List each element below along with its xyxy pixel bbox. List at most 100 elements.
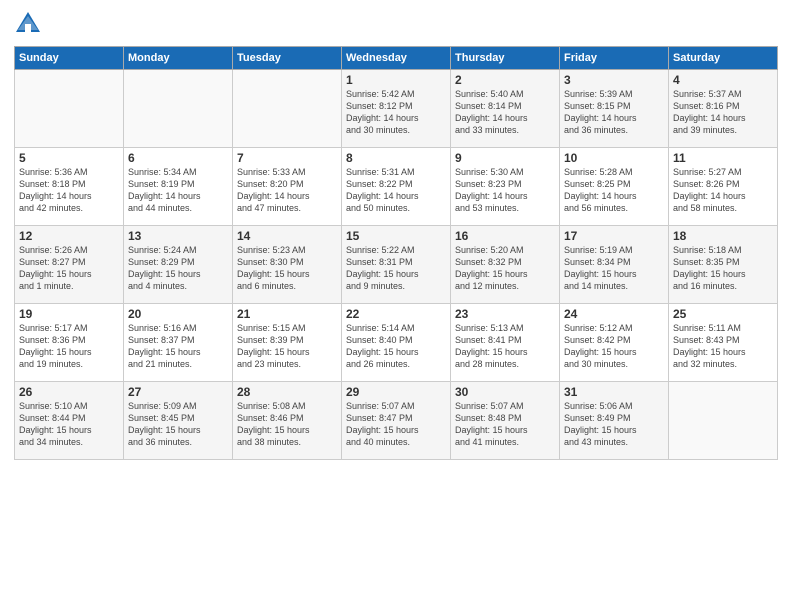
day-cell: 13Sunrise: 5:24 AM Sunset: 8:29 PM Dayli… [124,226,233,304]
day-info: Sunrise: 5:12 AM Sunset: 8:42 PM Dayligh… [564,322,664,371]
day-cell: 27Sunrise: 5:09 AM Sunset: 8:45 PM Dayli… [124,382,233,460]
day-cell: 15Sunrise: 5:22 AM Sunset: 8:31 PM Dayli… [342,226,451,304]
day-info: Sunrise: 5:16 AM Sunset: 8:37 PM Dayligh… [128,322,228,371]
week-row-4: 19Sunrise: 5:17 AM Sunset: 8:36 PM Dayli… [15,304,778,382]
day-info: Sunrise: 5:30 AM Sunset: 8:23 PM Dayligh… [455,166,555,215]
weekday-sunday: Sunday [15,47,124,70]
day-cell: 10Sunrise: 5:28 AM Sunset: 8:25 PM Dayli… [560,148,669,226]
day-number: 13 [128,229,228,243]
day-cell: 4Sunrise: 5:37 AM Sunset: 8:16 PM Daylig… [669,70,778,148]
day-cell: 3Sunrise: 5:39 AM Sunset: 8:15 PM Daylig… [560,70,669,148]
day-cell [233,70,342,148]
day-number: 14 [237,229,337,243]
calendar-table: SundayMondayTuesdayWednesdayThursdayFrid… [14,46,778,460]
day-cell: 24Sunrise: 5:12 AM Sunset: 8:42 PM Dayli… [560,304,669,382]
day-number: 2 [455,73,555,87]
day-info: Sunrise: 5:18 AM Sunset: 8:35 PM Dayligh… [673,244,773,293]
day-cell: 22Sunrise: 5:14 AM Sunset: 8:40 PM Dayli… [342,304,451,382]
day-number: 19 [19,307,119,321]
day-info: Sunrise: 5:13 AM Sunset: 8:41 PM Dayligh… [455,322,555,371]
day-cell: 25Sunrise: 5:11 AM Sunset: 8:43 PM Dayli… [669,304,778,382]
day-info: Sunrise: 5:09 AM Sunset: 8:45 PM Dayligh… [128,400,228,449]
day-info: Sunrise: 5:37 AM Sunset: 8:16 PM Dayligh… [673,88,773,137]
logo-icon [14,10,42,38]
week-row-5: 26Sunrise: 5:10 AM Sunset: 8:44 PM Dayli… [15,382,778,460]
day-cell: 9Sunrise: 5:30 AM Sunset: 8:23 PM Daylig… [451,148,560,226]
day-number: 22 [346,307,446,321]
logo [14,10,46,38]
day-cell: 21Sunrise: 5:15 AM Sunset: 8:39 PM Dayli… [233,304,342,382]
day-number: 23 [455,307,555,321]
day-info: Sunrise: 5:31 AM Sunset: 8:22 PM Dayligh… [346,166,446,215]
day-cell: 6Sunrise: 5:34 AM Sunset: 8:19 PM Daylig… [124,148,233,226]
day-cell: 19Sunrise: 5:17 AM Sunset: 8:36 PM Dayli… [15,304,124,382]
day-cell: 20Sunrise: 5:16 AM Sunset: 8:37 PM Dayli… [124,304,233,382]
day-info: Sunrise: 5:26 AM Sunset: 8:27 PM Dayligh… [19,244,119,293]
day-cell: 17Sunrise: 5:19 AM Sunset: 8:34 PM Dayli… [560,226,669,304]
day-info: Sunrise: 5:07 AM Sunset: 8:47 PM Dayligh… [346,400,446,449]
day-number: 10 [564,151,664,165]
day-number: 26 [19,385,119,399]
day-info: Sunrise: 5:10 AM Sunset: 8:44 PM Dayligh… [19,400,119,449]
day-number: 6 [128,151,228,165]
day-cell: 8Sunrise: 5:31 AM Sunset: 8:22 PM Daylig… [342,148,451,226]
day-number: 8 [346,151,446,165]
week-row-3: 12Sunrise: 5:26 AM Sunset: 8:27 PM Dayli… [15,226,778,304]
weekday-monday: Monday [124,47,233,70]
day-number: 5 [19,151,119,165]
day-number: 25 [673,307,773,321]
day-cell: 12Sunrise: 5:26 AM Sunset: 8:27 PM Dayli… [15,226,124,304]
weekday-wednesday: Wednesday [342,47,451,70]
day-info: Sunrise: 5:40 AM Sunset: 8:14 PM Dayligh… [455,88,555,137]
day-number: 1 [346,73,446,87]
day-cell: 11Sunrise: 5:27 AM Sunset: 8:26 PM Dayli… [669,148,778,226]
day-info: Sunrise: 5:22 AM Sunset: 8:31 PM Dayligh… [346,244,446,293]
day-info: Sunrise: 5:15 AM Sunset: 8:39 PM Dayligh… [237,322,337,371]
day-cell: 2Sunrise: 5:40 AM Sunset: 8:14 PM Daylig… [451,70,560,148]
day-info: Sunrise: 5:23 AM Sunset: 8:30 PM Dayligh… [237,244,337,293]
day-number: 18 [673,229,773,243]
day-info: Sunrise: 5:20 AM Sunset: 8:32 PM Dayligh… [455,244,555,293]
day-cell: 29Sunrise: 5:07 AM Sunset: 8:47 PM Dayli… [342,382,451,460]
day-cell: 26Sunrise: 5:10 AM Sunset: 8:44 PM Dayli… [15,382,124,460]
day-cell [124,70,233,148]
day-cell: 5Sunrise: 5:36 AM Sunset: 8:18 PM Daylig… [15,148,124,226]
day-info: Sunrise: 5:08 AM Sunset: 8:46 PM Dayligh… [237,400,337,449]
day-info: Sunrise: 5:06 AM Sunset: 8:49 PM Dayligh… [564,400,664,449]
day-number: 31 [564,385,664,399]
day-cell: 7Sunrise: 5:33 AM Sunset: 8:20 PM Daylig… [233,148,342,226]
day-number: 16 [455,229,555,243]
day-number: 29 [346,385,446,399]
day-number: 20 [128,307,228,321]
day-number: 17 [564,229,664,243]
day-info: Sunrise: 5:19 AM Sunset: 8:34 PM Dayligh… [564,244,664,293]
day-info: Sunrise: 5:07 AM Sunset: 8:48 PM Dayligh… [455,400,555,449]
day-info: Sunrise: 5:11 AM Sunset: 8:43 PM Dayligh… [673,322,773,371]
day-cell [15,70,124,148]
day-info: Sunrise: 5:39 AM Sunset: 8:15 PM Dayligh… [564,88,664,137]
day-cell: 30Sunrise: 5:07 AM Sunset: 8:48 PM Dayli… [451,382,560,460]
day-info: Sunrise: 5:17 AM Sunset: 8:36 PM Dayligh… [19,322,119,371]
weekday-friday: Friday [560,47,669,70]
day-info: Sunrise: 5:34 AM Sunset: 8:19 PM Dayligh… [128,166,228,215]
day-info: Sunrise: 5:42 AM Sunset: 8:12 PM Dayligh… [346,88,446,137]
day-number: 4 [673,73,773,87]
weekday-header-row: SundayMondayTuesdayWednesdayThursdayFrid… [15,47,778,70]
day-info: Sunrise: 5:14 AM Sunset: 8:40 PM Dayligh… [346,322,446,371]
day-cell: 18Sunrise: 5:18 AM Sunset: 8:35 PM Dayli… [669,226,778,304]
day-cell: 14Sunrise: 5:23 AM Sunset: 8:30 PM Dayli… [233,226,342,304]
header [14,10,778,38]
day-cell: 1Sunrise: 5:42 AM Sunset: 8:12 PM Daylig… [342,70,451,148]
day-number: 15 [346,229,446,243]
weekday-saturday: Saturday [669,47,778,70]
day-number: 11 [673,151,773,165]
day-number: 24 [564,307,664,321]
day-info: Sunrise: 5:33 AM Sunset: 8:20 PM Dayligh… [237,166,337,215]
weekday-tuesday: Tuesday [233,47,342,70]
day-number: 27 [128,385,228,399]
day-number: 21 [237,307,337,321]
page: SundayMondayTuesdayWednesdayThursdayFrid… [0,0,792,612]
weekday-thursday: Thursday [451,47,560,70]
day-cell: 28Sunrise: 5:08 AM Sunset: 8:46 PM Dayli… [233,382,342,460]
day-number: 7 [237,151,337,165]
